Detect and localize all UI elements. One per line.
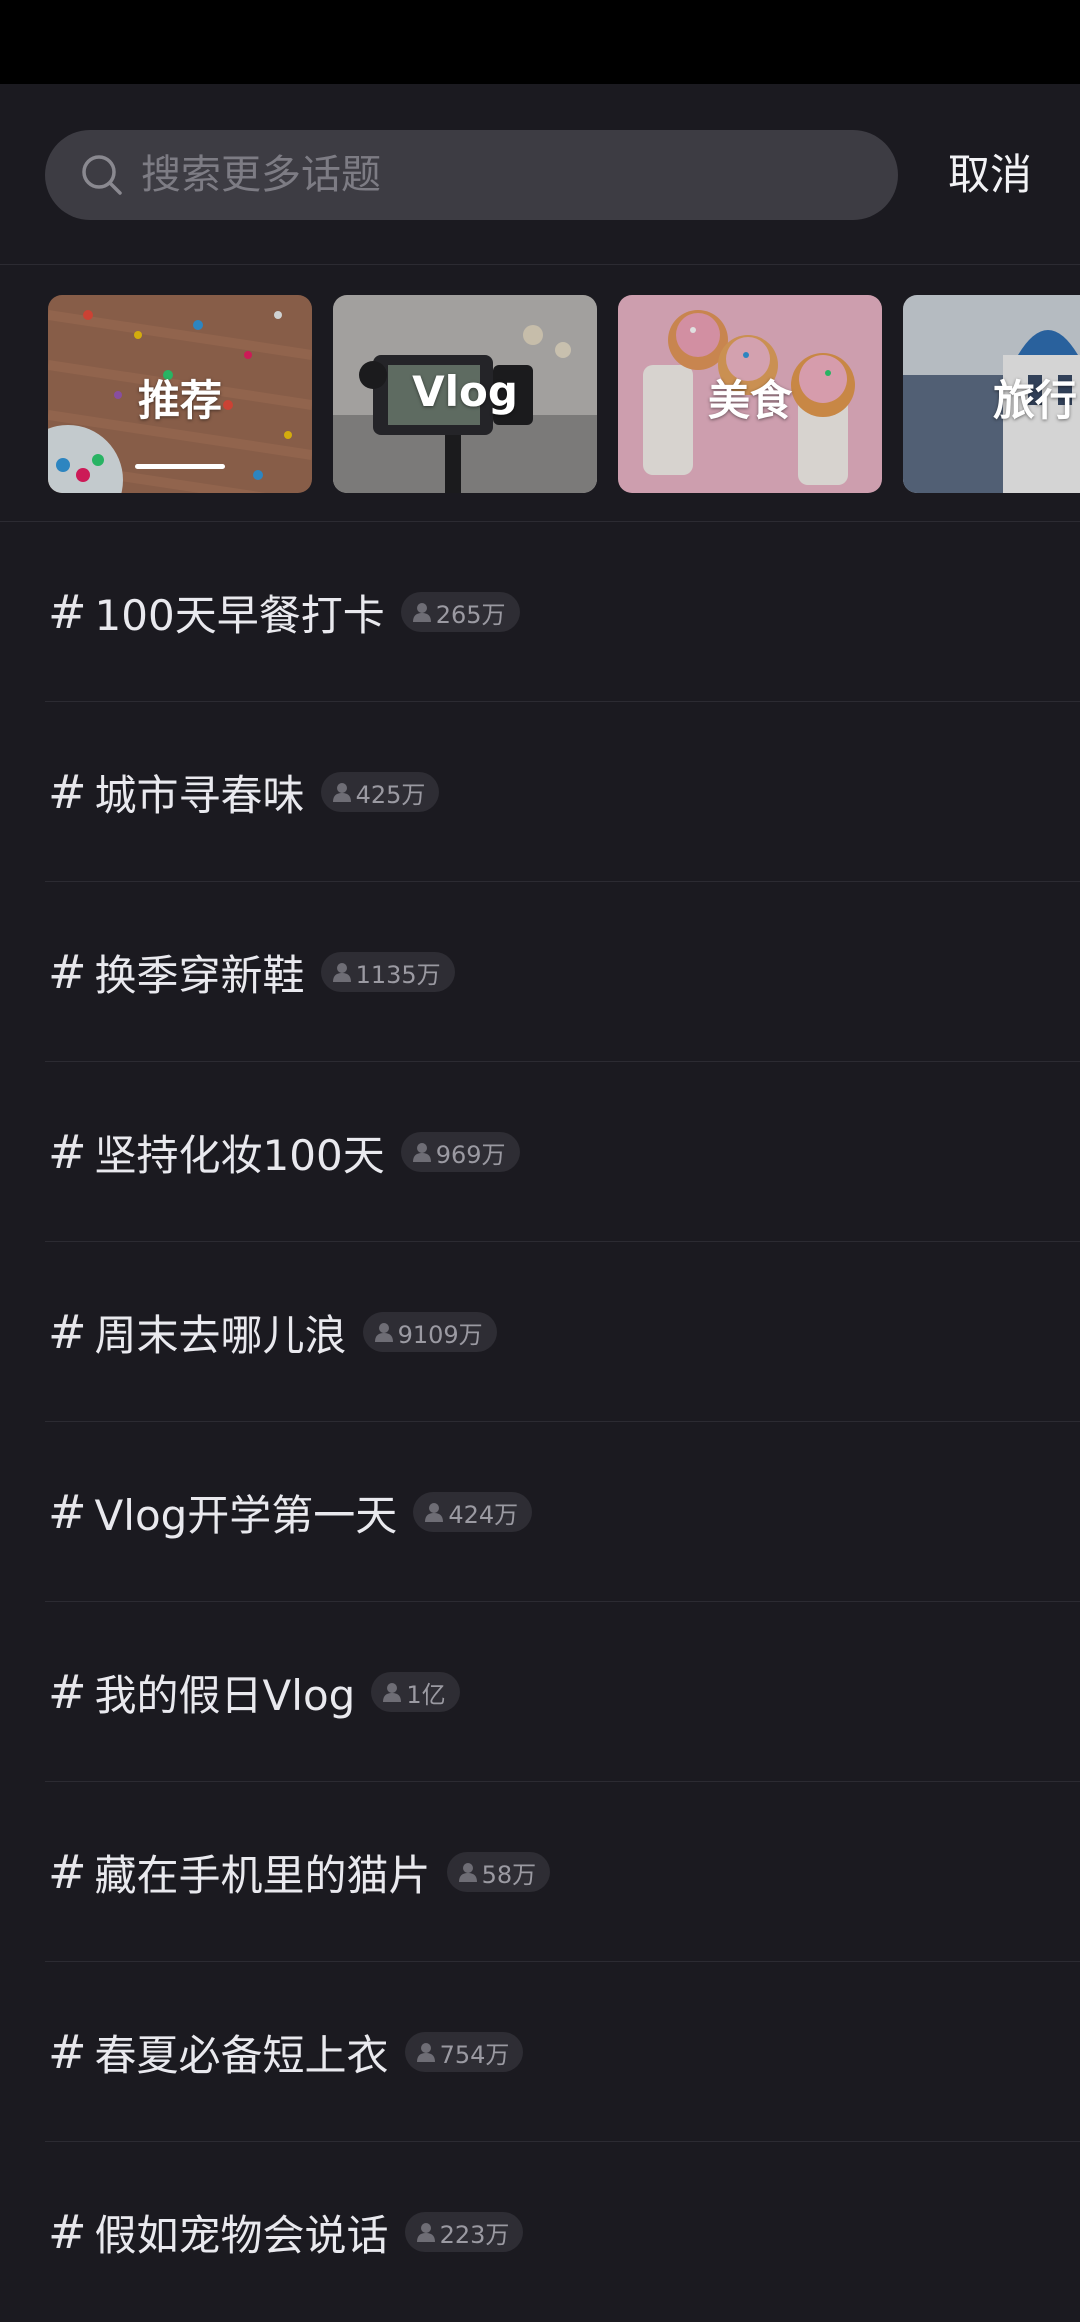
participant-count-badge: 58万 [446,1852,551,1892]
participant-count-badge: 425万 [320,772,440,812]
hash-icon: # [48,1305,87,1359]
topic-row[interactable]: # 春夏必备短上衣 754万 [0,1962,1080,2142]
topic-title: Vlog开学第一天 [94,1490,398,1540]
search-icon [82,155,122,195]
topic-title: 春夏必备短上衣 [94,2030,389,2080]
topic-title: 我的假日Vlog [94,1670,356,1720]
topic-row[interactable]: # 假如宠物会说话 223万 [0,2142,1080,2322]
hash-icon: # [48,1485,87,1539]
user-icon [383,1683,402,1702]
status-bar [0,0,1080,84]
participant-count: 9109万 [397,1320,483,1349]
cancel-button[interactable]: 取消 [930,130,1050,220]
category-label: 美食 [707,376,792,425]
user-icon [412,603,431,622]
participant-count: 969万 [435,1140,506,1169]
hash-icon: # [48,945,87,999]
user-icon [416,2223,435,2242]
user-icon [416,2043,435,2062]
hash-icon: # [48,2205,87,2259]
active-tab-indicator [135,464,225,469]
topic-row[interactable]: # 藏在手机里的猫片 58万 [0,1782,1080,1962]
participant-count: 223万 [439,2220,510,2249]
participant-count-badge: 9109万 [362,1312,497,1352]
user-icon [374,1323,393,1342]
topic-row[interactable]: # 城市寻春味 425万 [0,702,1080,882]
participant-count-badge: 1亿 [371,1672,460,1712]
hash-icon: # [48,1125,87,1179]
category-label: 推荐 [137,376,222,425]
participant-count: 425万 [355,780,426,809]
search-input[interactable] [141,130,861,220]
topic-title: 周末去哪儿浪 [94,1310,347,1360]
hash-icon: # [48,765,87,819]
topic-row[interactable]: # 周末去哪儿浪 9109万 [0,1242,1080,1422]
topic-title: 假如宠物会说话 [94,2210,389,2260]
participant-count: 1亿 [406,1680,446,1709]
participant-count: 265万 [435,600,506,629]
hash-icon: # [48,1665,87,1719]
topic-title: 100天早餐打卡 [94,590,385,640]
search-box[interactable] [45,130,898,220]
category-strip[interactable]: 推荐 Vlog 美食 旅行 [0,295,1080,493]
hash-icon: # [48,2025,87,2079]
topic-title: 坚持化妆100天 [94,1130,385,1180]
hash-icon: # [48,585,87,639]
participant-count: 58万 [481,1860,537,1889]
participant-count-badge: 424万 [413,1492,533,1532]
participant-count: 424万 [448,1500,519,1529]
category-card-travel[interactable]: 旅行 [903,295,1080,493]
user-icon [458,1863,477,1882]
hash-icon: # [48,1845,87,1899]
participant-count-badge: 1135万 [320,952,455,992]
user-icon [412,1143,431,1162]
topic-title: 藏在手机里的猫片 [94,1850,431,1900]
user-icon [332,783,351,802]
topic-row[interactable]: # 换季穿新鞋 1135万 [0,882,1080,1062]
topic-row[interactable]: # Vlog开学第一天 424万 [0,1422,1080,1602]
topic-title: 换季穿新鞋 [94,950,305,1000]
category-card-food[interactable]: 美食 [618,295,882,493]
participant-count: 754万 [439,2040,510,2069]
participant-count-badge: 754万 [404,2032,524,2072]
topic-row[interactable]: # 100天早餐打卡 265万 [0,522,1080,702]
category-label: Vlog [412,367,518,416]
category-card-vlog[interactable]: Vlog [333,295,597,493]
topic-row[interactable]: # 坚持化妆100天 969万 [0,1062,1080,1242]
divider [0,264,1080,265]
topic-title: 城市寻春味 [94,770,305,820]
user-icon [332,963,351,982]
participant-count-badge: 969万 [400,1132,520,1172]
search-header: 取消 [0,84,1080,264]
category-card-recommend[interactable]: 推荐 [48,295,312,493]
participant-count-badge: 223万 [404,2212,524,2252]
user-icon [425,1503,444,1522]
participant-count: 1135万 [355,960,441,989]
topic-row[interactable]: # 我的假日Vlog 1亿 [0,1602,1080,1782]
participant-count-badge: 265万 [400,592,520,632]
category-label: 旅行 [992,376,1077,425]
